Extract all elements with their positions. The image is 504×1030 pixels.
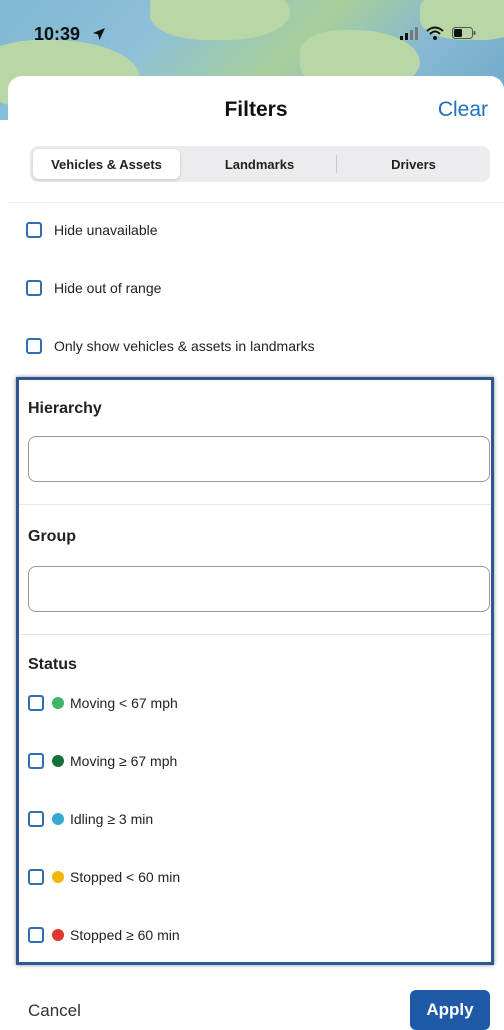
- tab-landmarks[interactable]: Landmarks: [186, 149, 333, 179]
- divider: [19, 634, 491, 635]
- divider: [19, 504, 491, 505]
- cellular-signal-icon: [400, 27, 418, 40]
- status-bar: 10:39: [0, 18, 504, 48]
- group-input[interactable]: [28, 566, 490, 612]
- checkbox[interactable]: [28, 695, 44, 711]
- page-title: Filters: [224, 98, 288, 121]
- status-dot-icon: [52, 871, 64, 883]
- checkbox[interactable]: [28, 869, 44, 885]
- tab-drivers[interactable]: Drivers: [340, 149, 487, 179]
- status-stopped-over-60[interactable]: Stopped ≥ 60 min: [28, 927, 180, 943]
- option-label: Only show vehicles & assets in landmarks: [54, 338, 315, 354]
- tab-vehicles-assets[interactable]: Vehicles & Assets: [33, 149, 180, 179]
- checkbox[interactable]: [26, 222, 42, 238]
- option-hide-out-of-range[interactable]: Hide out of range: [26, 280, 161, 296]
- cancel-button[interactable]: Cancel: [28, 1001, 81, 1021]
- status-item-label: Moving < 67 mph: [70, 695, 178, 711]
- battery-icon: [452, 27, 476, 39]
- option-label: Hide out of range: [54, 280, 162, 296]
- location-arrow-icon: [93, 28, 105, 40]
- status-time: 10:39: [34, 24, 81, 44]
- status-item-label: Moving ≥ 67 mph: [70, 753, 178, 769]
- checkbox[interactable]: [28, 811, 44, 827]
- option-hide-unavailable[interactable]: Hide unavailable: [26, 222, 158, 238]
- sheet-header: Filters Clear: [8, 76, 504, 138]
- status-stopped-under-60[interactable]: Stopped < 60 min: [28, 869, 180, 885]
- status-item-label: Stopped ≥ 60 min: [70, 927, 180, 943]
- status-item-label: Stopped < 60 min: [70, 869, 181, 885]
- status-dot-icon: [52, 755, 64, 767]
- status-dot-icon: [52, 697, 64, 709]
- option-label: Hide unavailable: [54, 222, 158, 238]
- group-label: Group: [28, 528, 76, 545]
- filter-tabs: Vehicles & Assets Landmarks Drivers: [30, 146, 490, 182]
- wifi-icon: [426, 26, 444, 40]
- status-label: Status: [28, 656, 77, 673]
- option-only-in-landmarks[interactable]: Only show vehicles & assets in landmarks: [26, 338, 315, 354]
- checkbox[interactable]: [26, 338, 42, 354]
- tab-separator: [336, 155, 337, 173]
- status-idling[interactable]: Idling ≥ 3 min: [28, 811, 153, 827]
- checkbox[interactable]: [26, 280, 42, 296]
- apply-button[interactable]: Apply: [410, 990, 490, 1030]
- divider: [8, 202, 504, 203]
- checkbox[interactable]: [28, 927, 44, 943]
- highlighted-filter-section: Hierarchy Group Status Moving < 67 mph M…: [16, 377, 494, 965]
- hierarchy-label: Hierarchy: [28, 400, 102, 417]
- clear-button[interactable]: Clear: [438, 98, 488, 122]
- status-dot-icon: [52, 929, 64, 941]
- checkbox[interactable]: [28, 753, 44, 769]
- hierarchy-input[interactable]: [28, 436, 490, 482]
- status-item-label: Idling ≥ 3 min: [70, 811, 154, 827]
- status-moving-over-67[interactable]: Moving ≥ 67 mph: [28, 753, 177, 769]
- status-moving-under-67[interactable]: Moving < 67 mph: [28, 695, 178, 711]
- status-dot-icon: [52, 813, 64, 825]
